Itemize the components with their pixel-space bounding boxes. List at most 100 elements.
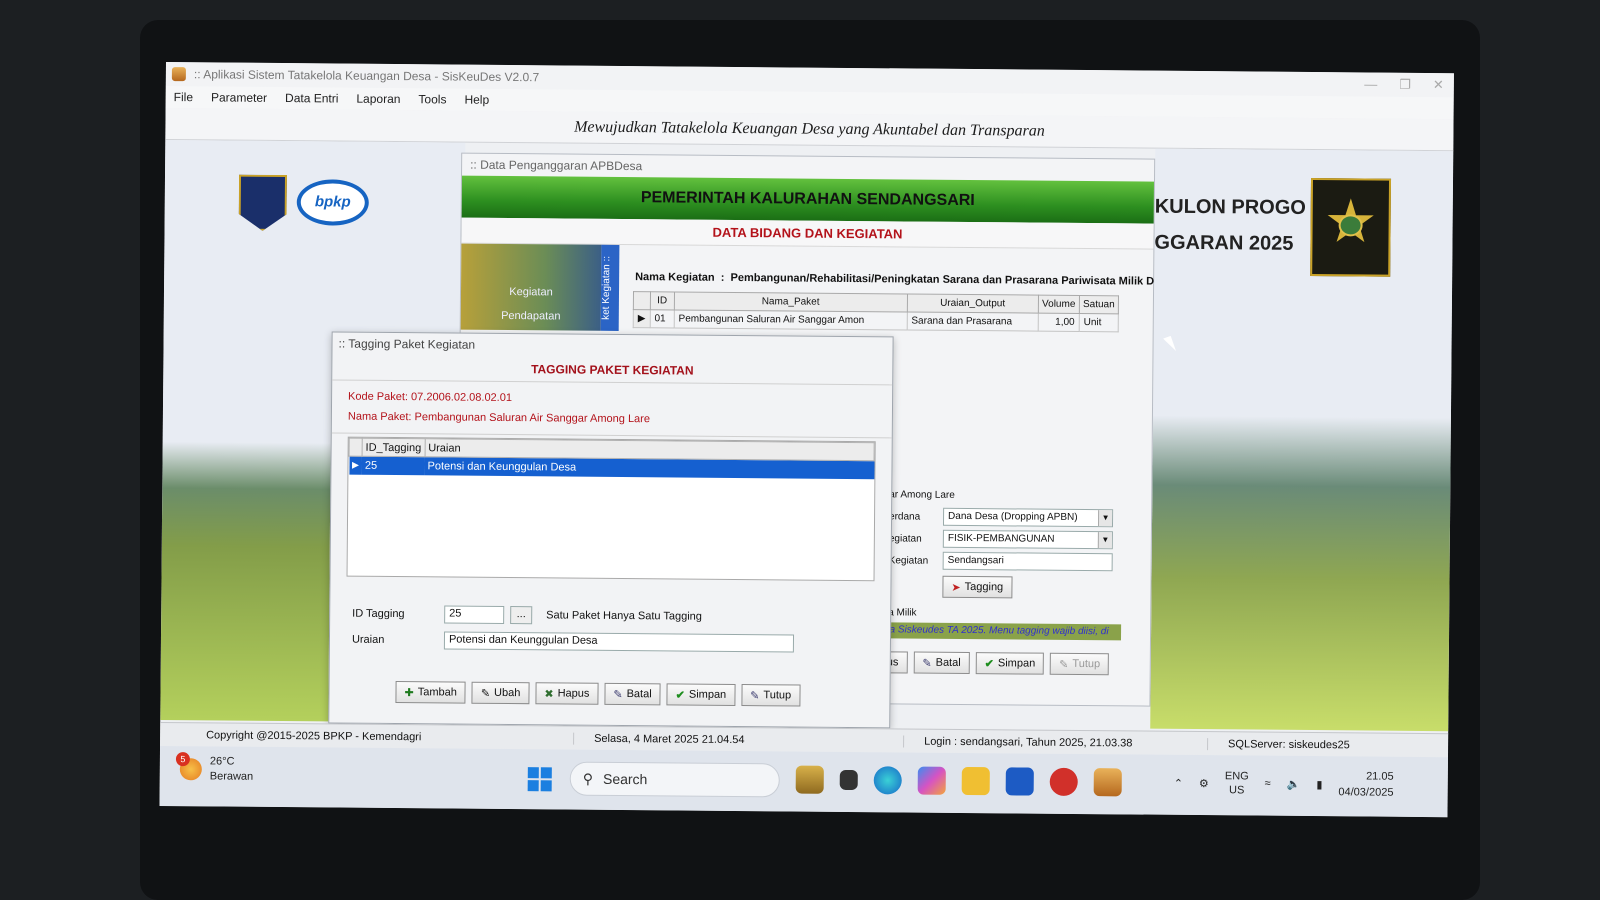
clock-date: 04/03/2025 xyxy=(1338,786,1394,799)
jenis-kegiatan-label: egiatan xyxy=(888,532,922,545)
vertical-tab-kegiatan[interactable]: ket Kegiatan :: xyxy=(600,244,620,331)
delete-icon: ✖ xyxy=(544,687,554,700)
status-copyright: Copyright @2015-2025 BPKP - Kemendagri xyxy=(160,728,575,745)
maximize-icon[interactable]: ❐ xyxy=(1399,77,1411,93)
windows-start-icon[interactable] xyxy=(527,767,552,792)
row-indicator-icon: ▶ xyxy=(633,309,651,328)
cell-volume[interactable]: 1,00 xyxy=(1037,313,1080,332)
hapus-button[interactable]: ✖ Hapus xyxy=(535,682,599,705)
chevron-down-icon[interactable]: ▼ xyxy=(1097,510,1113,527)
menu-parameter[interactable]: Parameter xyxy=(211,90,267,104)
region-heading-line2: GGARAN 2025 xyxy=(1154,231,1294,255)
menu-laporan[interactable]: Laporan xyxy=(356,92,400,106)
anggaran-button-bar: us ✎ Batal ✔ Simpan ✎ Tutup xyxy=(877,651,1110,676)
chevron-up-icon[interactable]: ⌃ xyxy=(1174,776,1183,789)
tag-icon: ➤ xyxy=(951,581,961,594)
chevron-down-icon[interactable]: ▼ xyxy=(1097,532,1112,549)
column-header-id-tagging[interactable]: ID_Tagging xyxy=(361,438,425,457)
side-item-pendapatan[interactable]: Pendapatan xyxy=(461,304,601,329)
paket-name-partial: ar Among Lare xyxy=(889,488,955,501)
region-heading: KULON PROGO GGARAN 2025 xyxy=(1154,189,1306,262)
taskbar-clock[interactable]: 21.05 04/03/2025 xyxy=(1338,768,1393,800)
word-icon[interactable] xyxy=(1005,767,1034,796)
nama-paket: Nama Paket: Pembangunan Saluran Air Sang… xyxy=(347,410,651,426)
status-login: Login : sendangsari, Tahun 2025, 21.03.3… xyxy=(904,734,1209,750)
battery-icon[interactable]: ▮ xyxy=(1316,778,1322,791)
pen-icon: ✎ xyxy=(922,657,932,670)
minimize-icon[interactable]: — xyxy=(1364,76,1377,92)
taskbar-apps xyxy=(795,765,1122,797)
uraian-input[interactable]: Potensi dan Keunggulan Desa xyxy=(443,631,795,653)
government-title: PEMERINTAH KALURAHAN SENDANGSARI xyxy=(461,175,1154,224)
close-icon[interactable]: ✕ xyxy=(1433,77,1444,93)
hapus-label: Hapus xyxy=(557,687,590,700)
menu-tools[interactable]: Tools xyxy=(418,92,446,106)
network-status-icon[interactable]: ⚙ xyxy=(1199,777,1209,790)
paket-info: Kode Paket: 07.2006.02.08.02.01 Nama Pak… xyxy=(331,380,893,439)
region-heading-line1: KULON PROGO xyxy=(1154,195,1306,219)
search-highlight-icon[interactable] xyxy=(795,765,824,794)
column-header-uraian-output[interactable]: Uraian_Output xyxy=(906,293,1039,314)
status-datetime: Selasa, 4 Maret 2025 21.04.54 xyxy=(574,732,905,747)
table-row[interactable]: ▶ 01 Pembangunan Saluran Air Sanggar Amo… xyxy=(633,309,1119,332)
nama-kegiatan-value: Pembangunan/Rehabilitasi/Peningkatan Sar… xyxy=(730,271,1155,288)
lokasi-kegiatan-field[interactable]: Sendangsari xyxy=(942,551,1113,572)
ubah-label: Ubah xyxy=(494,686,521,700)
volume-icon[interactable]: 🔈 xyxy=(1287,777,1301,790)
menu-help[interactable]: Help xyxy=(464,93,489,107)
menu-file[interactable]: File xyxy=(174,90,193,104)
column-header-id[interactable]: ID xyxy=(650,291,675,310)
column-header-satuan[interactable]: Satuan xyxy=(1079,295,1119,314)
jenis-kegiatan-select[interactable]: FISIK-PEMBANGUNAN ▼ xyxy=(942,529,1113,550)
input-language[interactable]: ENG US xyxy=(1225,769,1249,797)
tambah-label: Tambah xyxy=(417,686,457,699)
screen: :: Aplikasi Sistem Tatakelola Keuangan D… xyxy=(159,62,1454,818)
cell-nama-paket[interactable]: Pembangunan Saluran Air Sanggar Amon xyxy=(673,309,907,330)
tutup-button[interactable]: ✎ Tutup xyxy=(741,684,801,707)
tutup-button[interactable]: ✎ Tutup xyxy=(1050,652,1110,676)
wps-office-icon[interactable] xyxy=(1049,767,1078,796)
jenis-kegiatan-value: FISIK-PEMBANGUNAN xyxy=(947,532,1055,545)
cell-uraian[interactable]: Potensi dan Keunggulan Desa xyxy=(424,456,875,479)
ubah-button[interactable]: ✎ Ubah xyxy=(471,681,530,705)
emblem-disc xyxy=(1338,214,1363,237)
simpan-label: Simpan xyxy=(997,657,1036,670)
column-header-volume[interactable]: Volume xyxy=(1038,295,1080,314)
cell-id[interactable]: 01 xyxy=(649,309,675,328)
wifi-icon[interactable]: ≈ xyxy=(1265,778,1271,790)
id-tagging-input[interactable]: 25 xyxy=(444,605,505,624)
add-icon: ✚ xyxy=(404,686,414,699)
dialog-button-bar: ✚ Tambah ✎ Ubah ✖ Hapus ✎ Batal ✔ Simpan ✎ Tut… xyxy=(395,681,801,707)
paket-grid: ID Nama_Paket Uraian_Output Volume Satua… xyxy=(633,291,1119,332)
copilot-icon[interactable] xyxy=(917,766,946,795)
tambah-button[interactable]: ✚ Tambah xyxy=(395,681,466,704)
cell-id-tagging[interactable]: 25 xyxy=(361,456,425,475)
sumberdana-select[interactable]: Dana Desa (Dropping APBN) ▼ xyxy=(942,507,1114,528)
simpan-button[interactable]: ✔ Simpan xyxy=(975,652,1045,675)
siskeudes-app-icon[interactable] xyxy=(1093,768,1122,797)
nama-kegiatan-label: Nama Kegiatan xyxy=(635,271,715,284)
lookup-button[interactable]: ... xyxy=(510,606,533,625)
side-item-kegiatan[interactable]: Kegiatan xyxy=(461,280,601,305)
windows-taskbar: 5 26°C Berawan ⚲ Search ⌃ ⚙ ENG US ≈ 🔈 ▮… xyxy=(159,745,1448,818)
simpan-button[interactable]: ✔ Simpan xyxy=(666,683,736,706)
pen-icon: ✎ xyxy=(750,689,760,702)
weather-desc: Berawan xyxy=(209,770,254,783)
batal-button[interactable]: ✎ Batal xyxy=(604,682,661,706)
cell-satuan[interactable]: Unit xyxy=(1079,313,1119,332)
menu-data-entri[interactable]: Data Entri xyxy=(285,91,338,105)
taskbar-search[interactable]: ⚲ Search xyxy=(569,761,780,798)
tagging-button-label: Tagging xyxy=(964,580,1004,594)
edge-browser-icon[interactable] xyxy=(873,766,902,795)
clock-time: 21.05 xyxy=(1366,770,1394,783)
column-header-nama-paket[interactable]: Nama_Paket xyxy=(674,291,908,312)
cell-uraian-output[interactable]: Sarana dan Prasarana xyxy=(906,311,1039,332)
table-row[interactable]: ▶ 25 Potensi dan Keunggulan Desa xyxy=(348,456,875,479)
file-explorer-icon[interactable] xyxy=(961,766,990,796)
tagging-button[interactable]: ➤ Tagging xyxy=(942,575,1013,599)
check-icon: ✔ xyxy=(984,657,994,670)
batal-button[interactable]: ✎ Batal xyxy=(913,651,970,675)
task-view-icon[interactable] xyxy=(839,769,858,791)
search-icon: ⚲ xyxy=(582,770,594,787)
weather-widget[interactable]: 5 26°C Berawan xyxy=(175,752,254,785)
